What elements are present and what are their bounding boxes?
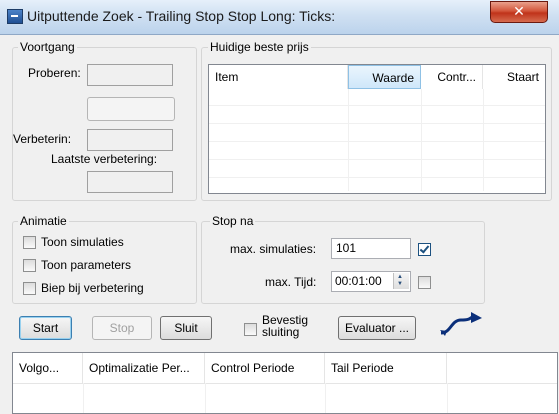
progress-group-label: Voortgang <box>18 40 77 54</box>
column-header-item[interactable]: Item <box>209 65 348 89</box>
column-divider <box>447 383 448 413</box>
column-header-optimization-period[interactable]: Optimalizatie Per... <box>83 353 205 383</box>
row-divider <box>209 177 545 178</box>
column-divider <box>421 89 422 191</box>
max-simulations-checkbox[interactable] <box>418 243 431 256</box>
max-time-checkbox[interactable] <box>418 276 431 289</box>
improve-label: Verbeterin: <box>13 132 72 146</box>
beep-on-improvement-label: Biep bij verbetering <box>41 281 144 295</box>
row-divider <box>209 159 545 160</box>
try-label: Proberen: <box>28 66 81 80</box>
column-divider <box>325 383 326 413</box>
best-price-group-label: Huidige beste prijs <box>208 40 311 54</box>
column-divider <box>348 89 349 191</box>
window-title: Uitputtende Zoek - Trailing Stop Stop Lo… <box>27 8 336 24</box>
close-button[interactable]: Sluit <box>160 316 212 340</box>
column-header-control[interactable]: Contr... <box>421 65 483 89</box>
column-divider <box>205 383 206 413</box>
show-simulations-checkbox[interactable] <box>23 236 36 249</box>
stop-button[interactable]: Stop <box>92 316 152 340</box>
row-divider <box>209 141 545 142</box>
max-simulations-input[interactable]: 101 <box>331 238 411 259</box>
time-spinner[interactable]: ▲ ▼ <box>393 273 409 289</box>
row-divider <box>209 105 545 106</box>
stop-after-group-label: Stop na <box>210 214 256 228</box>
animation-group-label: Animatie <box>18 214 69 228</box>
max-time-label: max. Tijd: <box>265 275 317 289</box>
column-header-tail-period[interactable]: Tail Periode <box>325 353 447 383</box>
s-curve-arrow-icon <box>437 310 485 338</box>
last-improvement-field <box>87 171 173 193</box>
show-parameters-checkbox[interactable] <box>23 259 36 272</box>
last-improvement-label: Laatste verbetering: <box>51 152 158 166</box>
show-parameters-label: Toon parameters <box>41 258 132 272</box>
try-field <box>87 64 173 86</box>
beep-on-improvement-checkbox[interactable] <box>23 282 36 295</box>
close-window-button[interactable]: ✕ <box>490 1 548 23</box>
row-divider <box>209 123 545 124</box>
spin-up-icon[interactable]: ▲ <box>397 274 403 281</box>
progress-bar <box>87 97 175 121</box>
results-table[interactable]: Volgo... Optimalizatie Per... Control Pe… <box>12 352 558 414</box>
column-header-control-period[interactable]: Control Periode <box>205 353 325 383</box>
start-button[interactable]: Start <box>19 316 72 340</box>
show-simulations-label: Toon simulaties <box>41 235 124 249</box>
column-divider <box>83 383 84 413</box>
max-time-value: 00:01:00 <box>335 274 382 288</box>
column-header-tail[interactable]: Staart <box>483 65 545 89</box>
column-header-value[interactable]: Waarde <box>348 65 421 89</box>
evaluator-button[interactable]: Evaluator ... <box>338 316 416 340</box>
improve-field <box>87 129 173 151</box>
max-simulations-label: max. simulaties: <box>230 242 317 256</box>
best-price-table[interactable]: Item Waarde Contr... Staart <box>208 64 546 194</box>
confirm-close-label: Bevestig sluiting <box>262 314 308 338</box>
column-divider <box>483 89 484 191</box>
header-divider <box>13 383 557 384</box>
confirm-close-checkbox[interactable] <box>244 323 257 336</box>
spin-down-icon[interactable]: ▼ <box>397 281 403 288</box>
column-header-sequence[interactable]: Volgo... <box>13 353 83 383</box>
app-window-icon <box>7 9 23 24</box>
confirm-close-label-line2: sluiting <box>262 325 300 339</box>
